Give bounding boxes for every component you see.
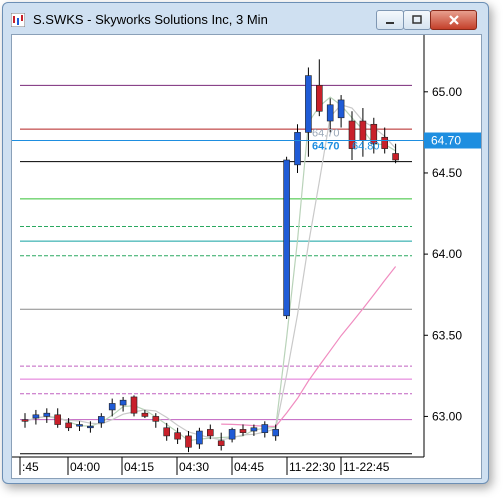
y-tick-label: 63.00 [432,409,462,423]
candle-body [185,435,192,448]
candle-body [163,427,170,437]
candle-body [43,412,51,417]
candle-body [228,429,236,440]
candle-body [392,153,399,161]
candle-body [305,75,312,133]
candle-body [217,440,225,446]
price-label-secondary: 64.80 [352,141,380,153]
candle-body [65,422,72,429]
x-tick-label: 04:45 [234,460,264,474]
candle-body [207,429,214,437]
candle-body [283,159,290,317]
y-tick-label: 64.50 [432,166,462,180]
candle-body [326,104,334,122]
x-axis-ticks: :45 04:00 04:15 04:30 04:45 11-22:30 11-22:45 [19,457,390,475]
maximize-icon [412,15,422,24]
moving-average-mid [24,104,397,441]
candle-body [294,132,301,166]
candle-body [87,425,94,429]
x-tick-label: 04:00 [70,460,100,474]
candlestick-chart[interactable]: 65.0064.5064.0063.5063.00 64.70 64.7064.… [12,35,481,478]
minimize-icon [386,22,394,24]
y-tick-label: 64.00 [432,247,462,261]
x-tick-label: 04:15 [124,460,154,474]
candle-body [119,399,127,406]
close-button[interactable] [430,10,477,30]
candle-body [239,429,247,433]
close-icon [448,15,459,25]
maximize-button[interactable] [403,10,431,30]
candle-body [337,99,345,119]
x-tick-label: 04:30 [179,460,209,474]
last-price-marker: 64.70 [12,132,481,149]
chart-window: S.SWKS - Skyworks Solutions Inc, 3 Min 6… [2,2,489,484]
minimize-button[interactable] [376,10,404,30]
moving-average-slow [221,266,397,428]
candle-body [359,120,367,141]
candle-body [152,416,160,422]
candle-body [21,419,29,422]
candle-body [315,85,323,112]
candle-body [108,403,116,411]
candle-body [32,414,40,419]
candle-body [261,424,269,433]
price-label-ghost: 64.70 [312,128,340,140]
x-tick-label: :45 [22,460,39,474]
candle-body [272,429,280,437]
x-tick-label: 11-22:45 [343,460,390,474]
candle-body [196,430,203,445]
candle-body [381,136,389,149]
moving-average-fast [24,96,396,442]
x-tick-label: 11-22:30 [289,460,336,474]
chart-app-icon [11,13,25,27]
candles [21,59,399,453]
candle-body [174,432,181,440]
y-tick-label: 63.50 [432,328,462,342]
candle-body [141,412,149,417]
chart-area[interactable]: 65.00 64.50 64.00 63.50 63.00 64.70 64.70 64.… [11,34,482,479]
y-tick-label: 65.00 [432,85,462,99]
moving-averages [24,96,397,442]
last-price-label: 64.70 [431,134,461,148]
candle-body [98,416,105,424]
candle-body [54,414,62,425]
candle-body [130,396,138,414]
price-label-primary: 64.70 [312,141,340,153]
candle-body [250,427,258,432]
title-bar[interactable]: S.SWKS - Skyworks Solutions Inc, 3 Min [3,3,488,33]
candle-body [76,424,83,427]
window-title: S.SWKS - Skyworks Solutions Inc, 3 Min [33,12,268,27]
